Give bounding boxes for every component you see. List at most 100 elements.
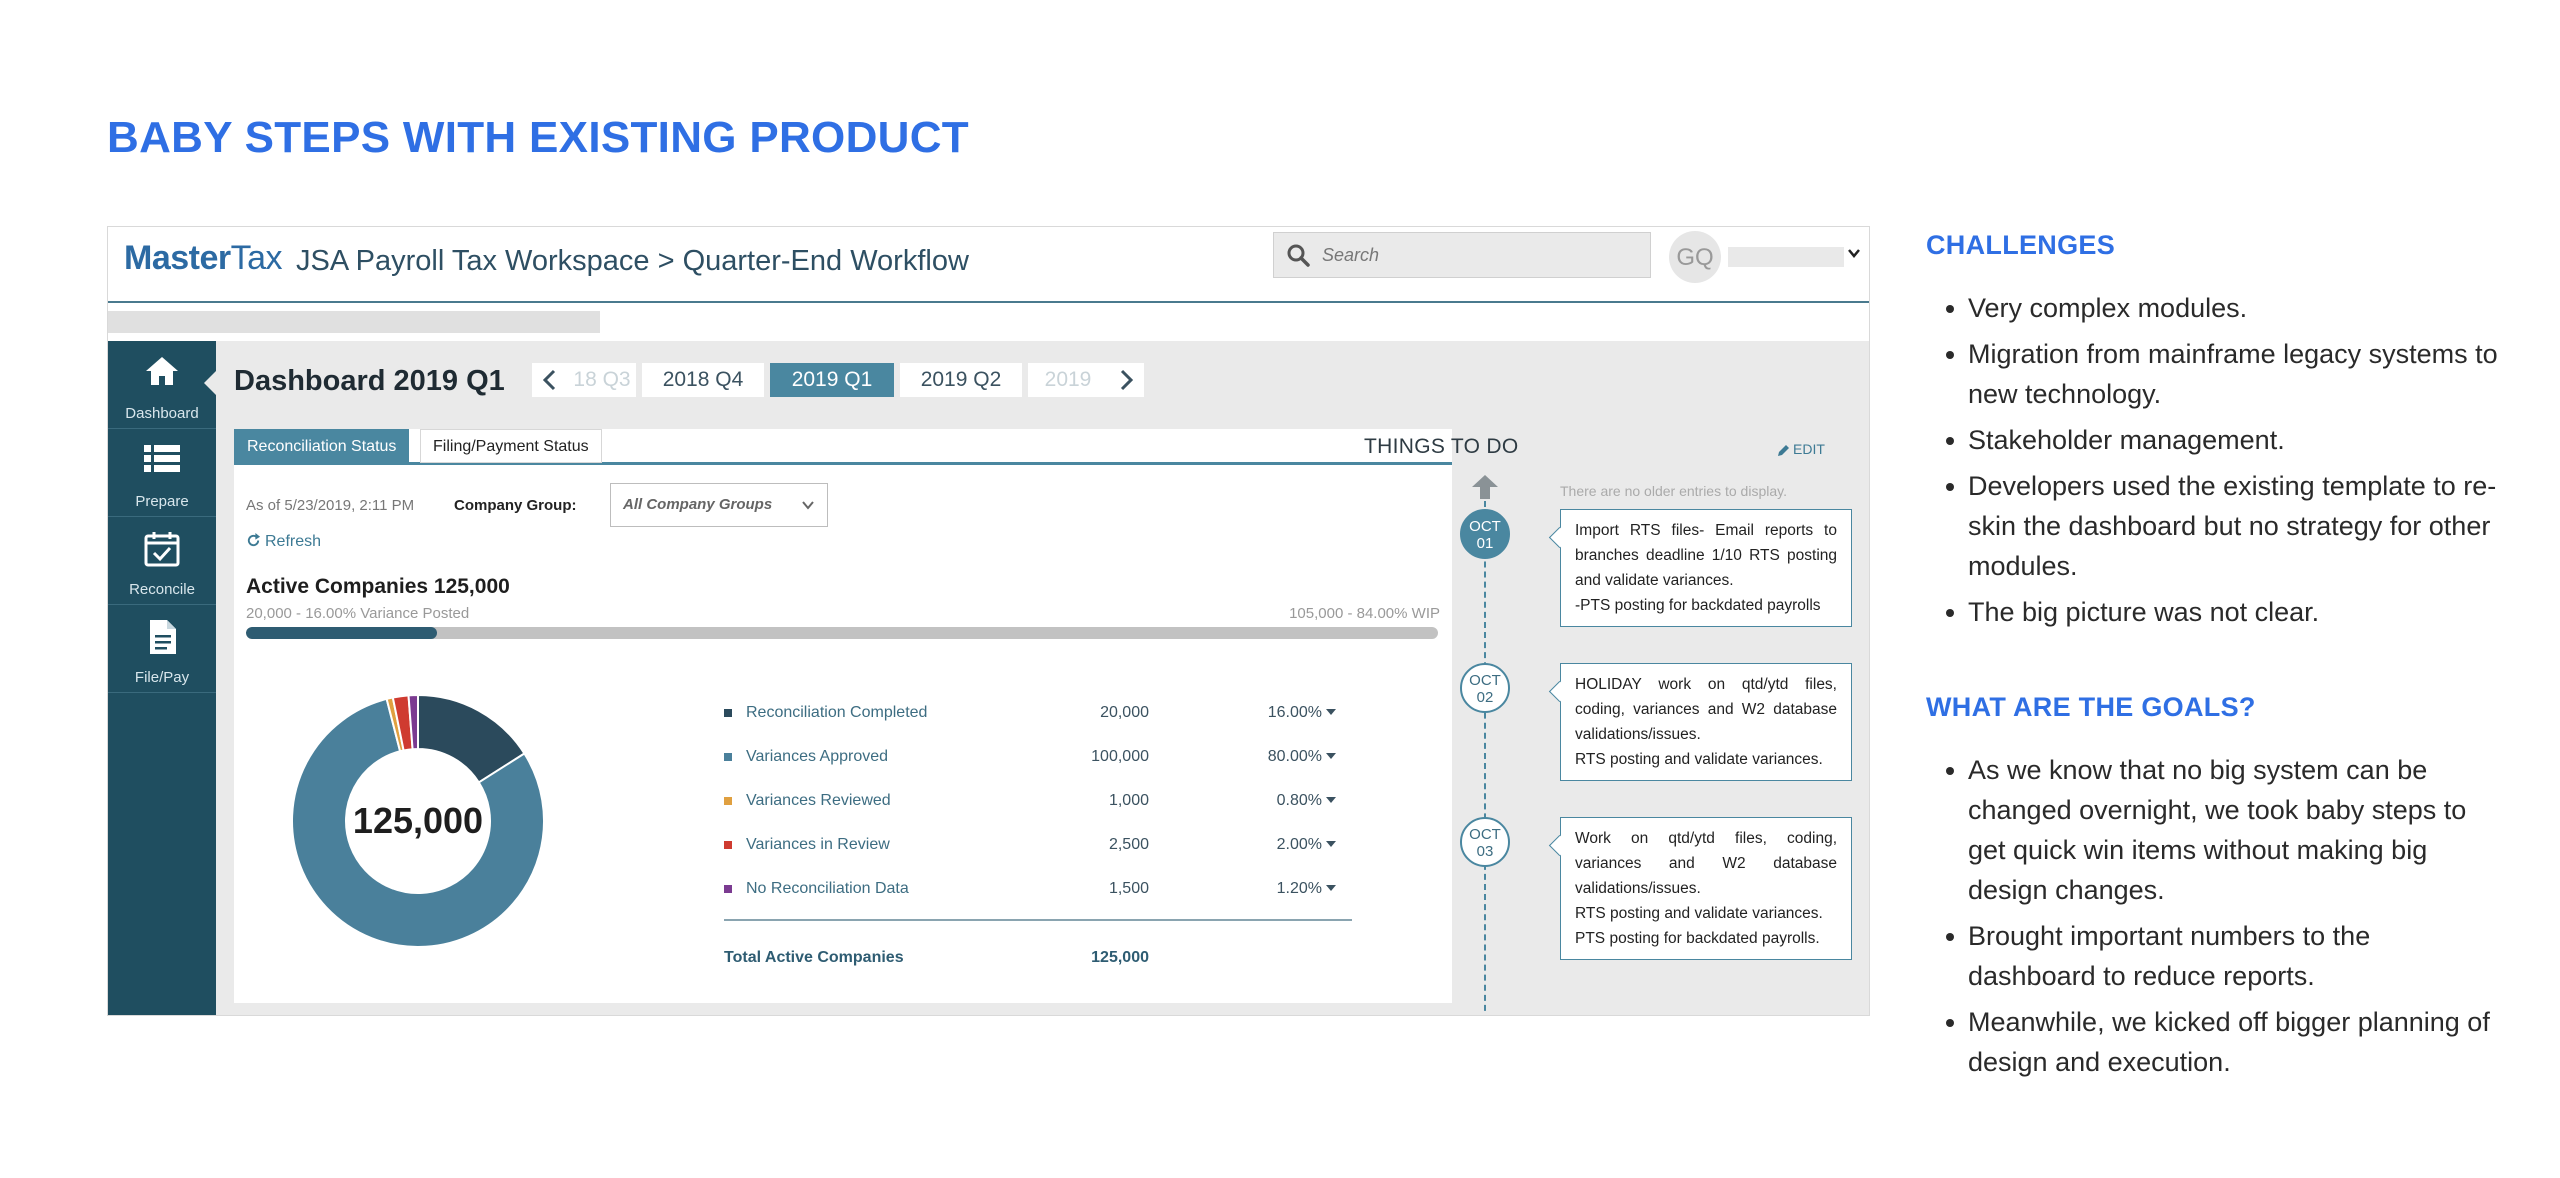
quarter-tab-active[interactable]: 2019 Q1 [770,363,894,397]
quarter-prev-button[interactable] [532,363,568,397]
donut-center-value: 125,000 [352,800,484,841]
quarter-tab[interactable]: 2019 [1028,363,1108,397]
todo-card[interactable]: Work on qtd/ytd files, coding, variances… [1560,817,1852,960]
list-item: Very complex modules. [1944,288,2504,328]
refresh-label: Refresh [265,533,322,550]
edit-button[interactable]: EDIT [1778,441,1825,457]
logo-tax-text: Tax [230,239,283,277]
legend-label: Variances in Review [746,836,890,853]
legend-percent-text: 1.20% [1276,880,1322,897]
todo-card-line: HOLIDAY work on qtd/ytd files, coding, v… [1575,676,1837,743]
legend-label: Reconciliation Completed [746,704,928,721]
tab-filing-payment-status[interactable]: Filing/Payment Status [420,429,602,463]
legend-label: Variances Reviewed [746,792,891,809]
quarter-tab[interactable]: 2018 Q4 [642,363,764,397]
legend-value: 1,500 [1108,880,1149,897]
legend-swatch [724,753,732,761]
progress-fill [246,627,437,639]
chevron-down-icon[interactable] [1846,245,1862,261]
legend-percent[interactable]: 80.00% [1244,748,1336,766]
sidebar-item-prepare[interactable]: Prepare [108,429,216,517]
sidebar-item-dashboard[interactable]: Dashboard [108,341,216,429]
legend-row-variances-approved: Variances Approved 100,000 80.00% [724,745,1364,771]
sidebar: Dashboard Prepare Reconcile File/Pay [108,341,216,1015]
list-item: Developers used the existing template to… [1944,466,2504,586]
legend-percent-text: 80.00% [1267,748,1322,765]
timeline-date-oct-03: OCT 03 [1460,817,1510,867]
sidebar-item-label: File/Pay [134,669,190,686]
arrow-up-icon[interactable] [1472,475,1498,499]
document-icon [150,620,176,654]
active-nav-indicator [204,371,216,395]
legend-row-reconciliation-completed: Reconciliation Completed 20,000 16.00% [724,701,1364,727]
panel-tabs: Reconciliation Status Filing/Payment Sta… [234,429,1452,465]
quarter-tab[interactable]: 18 Q3 [568,363,636,397]
as-of-timestamp: As of 5/23/2019, 2:11 PM [246,497,415,514]
legend-row-variances-reviewed: Variances Reviewed 1,000 0.80% [724,789,1364,815]
sidebar-item-reconcile[interactable]: Reconcile [108,517,216,605]
list-item: As we know that no big system can be cha… [1944,750,2504,910]
goals-list: As we know that no big system can be cha… [1944,750,2504,1088]
caret-down-icon [1326,753,1336,759]
legend-row-no-reconciliation-data: No Reconciliation Data 1,500 1.20% [724,877,1364,903]
legend-row-variances-in-review: Variances in Review 2,500 2.00% [724,833,1364,859]
legend-percent-text: 2.00% [1276,836,1322,853]
date-month: OCT [1469,826,1501,843]
legend-percent[interactable]: 16.00% [1244,704,1336,722]
sidebar-item-file-pay[interactable]: File/Pay [108,605,216,693]
edit-label: EDIT [1793,441,1825,457]
legend-percent[interactable]: 0.80% [1244,792,1336,810]
todo-card-line: Work on qtd/ytd files, coding, variances… [1575,830,1837,897]
sidebar-item-label: Prepare [135,493,189,510]
total-label: Total Active Companies [724,949,904,966]
logo-master-text: Master [124,239,231,277]
legend-swatch [724,709,732,717]
quarter-next-button[interactable] [1108,363,1144,397]
older-entries-note: There are no older entries to display. [1560,483,1787,499]
timeline-date-oct-01: OCT 01 [1460,509,1510,559]
caret-down-icon [1326,709,1336,715]
calendar-check-icon [144,532,180,567]
legend-value: 100,000 [1091,748,1149,765]
todo-card[interactable]: HOLIDAY work on qtd/ytd files, coding, v… [1560,663,1852,781]
legend-swatch [724,841,732,849]
tab-reconciliation-status[interactable]: Reconciliation Status [234,429,410,463]
legend-swatch [724,797,732,805]
legend-swatch [724,885,732,893]
home-icon [146,357,178,385]
legend-percent[interactable]: 1.20% [1244,880,1336,898]
active-companies-title: Active Companies 125,000 [246,575,510,598]
company-group-select[interactable]: All Company Groups [610,483,828,527]
dashboard-title: Dashboard 2019 Q1 [234,365,505,397]
quarter-tab[interactable]: 2019 Q2 [900,363,1022,397]
goals-heading: WHAT ARE THE GOALS? [1926,692,2256,722]
list-item: Brought important numbers to the dashboa… [1944,916,2504,996]
search-box[interactable] [1273,232,1651,278]
todo-card-line: -PTS posting for backdated payrolls [1575,597,1821,614]
todo-card[interactable]: Import RTS files- Email reports to branc… [1560,509,1852,627]
chevron-left-icon [542,369,556,391]
legend-percent-text: 0.80% [1276,792,1322,809]
todo-card-line: Import RTS files- Email reports to branc… [1575,522,1837,589]
list-icon [144,445,180,472]
reconciliation-panel: Reconciliation Status Filing/Payment Sta… [234,429,1452,1003]
legend-percent[interactable]: 2.00% [1244,836,1336,854]
search-input[interactable] [1322,241,1622,269]
date-day: 01 [1476,535,1494,552]
legend-value: 2,500 [1108,836,1149,853]
list-item: Meanwhile, we kicked off bigger planning… [1944,1002,2504,1082]
refresh-icon [247,533,261,547]
date-day: 03 [1476,843,1494,860]
variance-posted-text: 20,000 - 16.00% Variance Posted [246,605,470,622]
refresh-button[interactable]: Refresh [246,533,321,551]
mastertax-logo[interactable]: MasterTax [124,239,283,278]
total-value: 125,000 [1091,949,1149,966]
user-avatar[interactable]: GQ [1669,231,1721,283]
variance-progress-bar [246,627,1438,639]
list-item: Stakeholder management. [1944,420,2504,460]
subheader-placeholder [108,311,600,333]
sidebar-item-label: Reconcile [129,581,195,598]
sidebar-item-label: Dashboard [125,405,199,422]
challenges-heading: CHALLENGES [1926,230,2116,260]
legend-label: Variances Approved [746,748,889,765]
